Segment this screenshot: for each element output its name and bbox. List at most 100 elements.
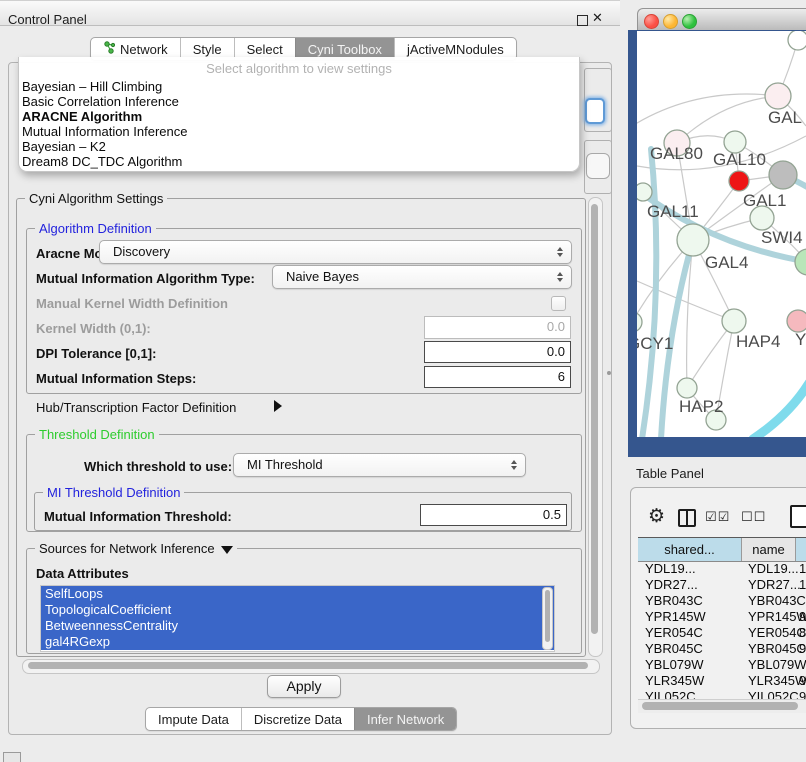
node-label: GAL11 [647, 202, 699, 221]
mi-threshold-field[interactable]: 0.5 [420, 504, 567, 526]
manual-kernel-checkbox[interactable] [551, 296, 566, 311]
settings-hscrollbar[interactable] [22, 659, 600, 674]
hub-definition-toggle[interactable]: Hub/Transcription Factor Definition [36, 400, 236, 415]
aracne-mode-select[interactable]: Discovery [99, 240, 572, 264]
gear-icon[interactable]: ⚙ [648, 505, 665, 527]
float-window-icon[interactable] [577, 15, 588, 26]
column-header-name[interactable]: name [742, 538, 796, 561]
algorithm-dropdown-placeholder: Select algorithm to view settings [19, 61, 579, 76]
algorithm-option[interactable]: Mutual Information Inference [22, 124, 187, 139]
column-header-shared[interactable]: shared... [638, 538, 742, 561]
node-label: GAL4 [705, 253, 748, 272]
close-traffic-light[interactable] [644, 14, 659, 29]
dpi-tolerance-field[interactable]: 0.0 [424, 341, 571, 363]
node-gal4[interactable] [677, 224, 709, 256]
node[interactable] [788, 31, 806, 50]
expand-right-icon[interactable] [274, 400, 282, 412]
edge-highlight [753, 383, 806, 437]
focused-combobox-fragment [585, 98, 605, 124]
node-label: GAL1 [743, 191, 786, 210]
table-row[interactable]: YLR345WYLR345W9. [638, 673, 806, 689]
node-red[interactable] [729, 171, 749, 191]
node-label: GAL10 [713, 150, 766, 169]
node-label: GAL [768, 108, 802, 127]
node-gal11[interactable] [637, 183, 652, 201]
column-header-cut[interactable] [796, 538, 806, 561]
node-gal-cut[interactable] [765, 83, 791, 109]
mi-steps-label: Mutual Information Steps: [36, 371, 196, 386]
select-all-checkboxes-icon[interactable]: ☑☑ [705, 510, 730, 525]
close-icon[interactable]: ✕ [592, 11, 603, 26]
node-gray[interactable] [769, 161, 797, 189]
table-panel-title: Table Panel [636, 466, 704, 481]
screen: Control Panel ✕ Network Style Select Cyn… [0, 0, 806, 762]
threshold-definition-title: Threshold Definition [35, 427, 159, 442]
algorithm-dropdown: Select algorithm to view settings Bayesi… [18, 57, 580, 172]
table-row[interactable]: YPR145WYPR145W9. [638, 609, 806, 625]
node-label: GCY1 [637, 334, 673, 353]
tab-network-label: Network [120, 42, 168, 57]
node-label: HAP2 [679, 397, 723, 416]
algorithm-option-selected[interactable]: ARACNE Algorithm [22, 109, 142, 124]
kernel-width-label: Kernel Width (0,1): [36, 321, 151, 336]
which-threshold-select[interactable]: MI Threshold [233, 453, 526, 477]
node-hap4[interactable] [722, 309, 746, 333]
attributes-scrollbar[interactable] [542, 587, 553, 650]
algorithm-option[interactable]: Bayesian – K2 [22, 139, 106, 154]
kernel-width-field[interactable]: 0.0 [424, 316, 571, 339]
table-row[interactable]: YDL19...YDL19...13 [638, 561, 806, 577]
attribute-item[interactable]: BetweennessCentrality [41, 618, 554, 634]
tab-impute-data[interactable]: Impute Data [146, 708, 241, 730]
algorithm-option[interactable]: Dream8 DC_TDC Algorithm [22, 154, 182, 169]
stepper-icon [557, 247, 563, 257]
which-threshold-label: Which threshold to use: [84, 459, 232, 474]
node-label: HAP4 [736, 332, 780, 351]
stepper-icon [557, 272, 563, 282]
zoom-traffic-light[interactable] [682, 14, 697, 29]
node-gcy1[interactable] [637, 312, 642, 332]
attribute-item[interactable]: SelfLoops [41, 586, 554, 602]
minimize-traffic-light[interactable] [663, 14, 678, 29]
tab-discretize-data[interactable]: Discretize Data [241, 708, 354, 730]
node-green[interactable] [795, 249, 806, 275]
table-row[interactable]: YBL079WYBL079W [638, 657, 806, 673]
table-row[interactable]: YER054CYER054C8. [638, 625, 806, 641]
control-panel-titlebar [0, 0, 620, 26]
mi-threshold-label: Mutual Information Threshold: [44, 509, 232, 524]
combobox-fragment [586, 153, 610, 179]
split-columns-icon[interactable] [678, 509, 696, 527]
attribute-item[interactable]: gal4RGexp [41, 634, 554, 650]
dpi-tolerance-label: DPI Tolerance [0,1]: [36, 346, 156, 361]
algorithm-option[interactable]: Bayesian – Hill Climbing [22, 79, 162, 94]
table-hscrollbar[interactable] [638, 699, 806, 713]
node-label: GAL80 [650, 144, 703, 163]
table-row[interactable]: YDR27...YDR27...12 [638, 577, 806, 593]
mi-type-select[interactable]: Naive Bayes [272, 265, 572, 289]
node-label: SWI4 [761, 228, 803, 247]
tab-infer-network[interactable]: Infer Network [354, 708, 456, 730]
node-pink[interactable] [787, 310, 806, 332]
control-panel-title: Control Panel [8, 12, 87, 27]
mi-type-label: Mutual Information Algorithm Type: [36, 271, 255, 286]
network-canvas[interactable]: GAL GAL80 GAL10 GAL1 GAL11 SWI4 GAL4 GCY… [637, 31, 806, 437]
manual-kernel-label: Manual Kernel Width Definition [36, 296, 228, 311]
new-table-icon[interactable] [790, 505, 806, 528]
collapse-down-icon [221, 546, 233, 554]
minimized-panel-icon[interactable] [3, 752, 21, 762]
sources-group-title[interactable]: Sources for Network Inference [35, 541, 237, 556]
mi-steps-field[interactable]: 6 [424, 366, 571, 388]
table-row[interactable]: YBR043CYBR043C [638, 593, 806, 609]
stepper-icon [511, 460, 517, 470]
deselect-all-checkboxes-icon[interactable]: ☐☐ [741, 510, 766, 525]
network-icon [103, 41, 115, 57]
settings-scrollbar[interactable] [588, 197, 603, 657]
algorithm-definition-title: Algorithm Definition [35, 221, 156, 236]
splitpane-handle[interactable] [607, 371, 611, 375]
node-label: Y [795, 330, 806, 349]
mi-threshold-group-title: MI Threshold Definition [43, 485, 184, 500]
apply-button[interactable]: Apply [267, 675, 341, 698]
table-row[interactable]: YBR045CYBR045C9. [638, 641, 806, 657]
algorithm-option[interactable]: Basic Correlation Inference [22, 94, 179, 109]
node-hap2[interactable] [677, 378, 697, 398]
attribute-item[interactable]: TopologicalCoefficient [41, 602, 554, 618]
